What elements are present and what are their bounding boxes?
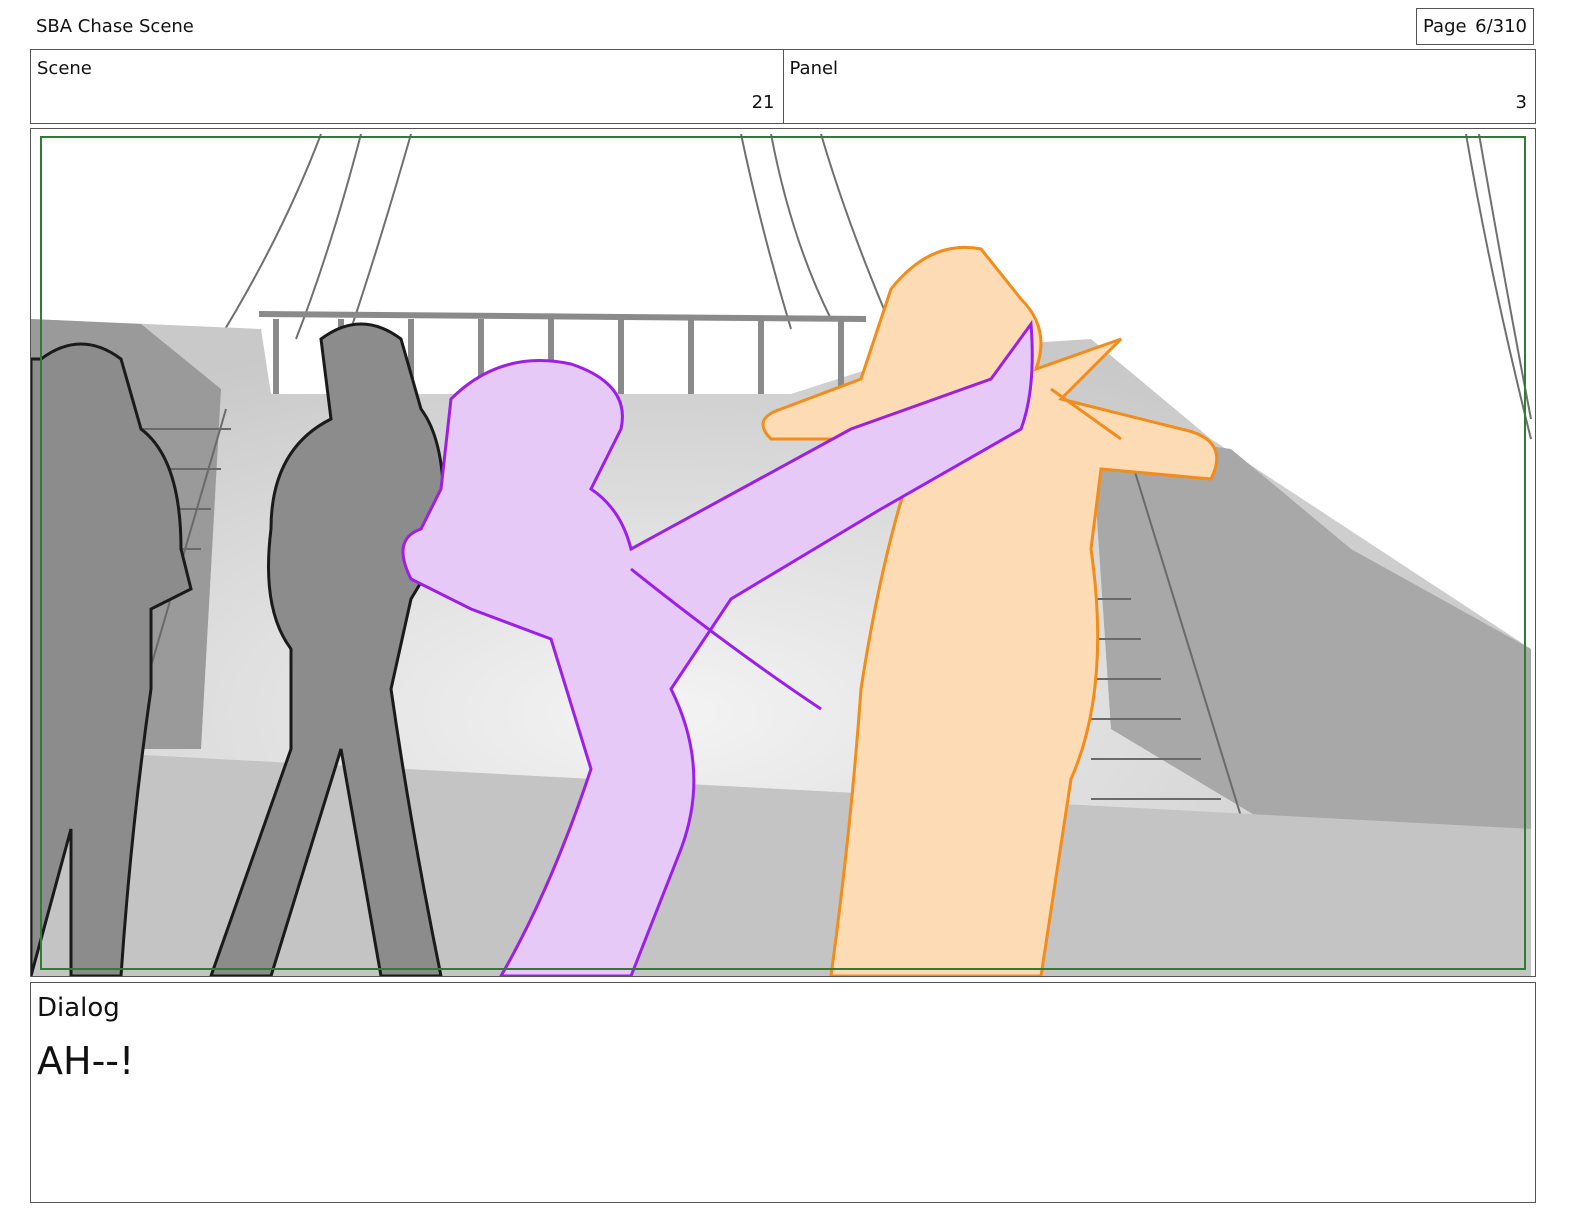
page-number: 6/310 xyxy=(1475,16,1527,37)
scene-panel-header: Scene 21 Panel 3 xyxy=(30,49,1536,124)
panel-number: 3 xyxy=(1515,92,1527,113)
page-label: Page xyxy=(1423,16,1467,37)
scene-cell: Scene 21 xyxy=(31,50,783,123)
scene-number: 21 xyxy=(751,92,775,113)
storyboard-panel xyxy=(30,128,1536,977)
scene-label: Scene xyxy=(37,58,92,79)
project-title: SBA Chase Scene xyxy=(36,16,194,37)
dialog-box: Dialog AH--! xyxy=(30,982,1536,1203)
dialog-text: AH--! xyxy=(37,1039,135,1083)
panel-drawing xyxy=(31,129,1535,976)
dialog-label: Dialog xyxy=(37,993,120,1023)
panel-label: Panel xyxy=(789,58,839,79)
page-counter: Page 6/310 xyxy=(1416,8,1534,45)
panel-cell: Panel 3 xyxy=(782,50,1536,123)
